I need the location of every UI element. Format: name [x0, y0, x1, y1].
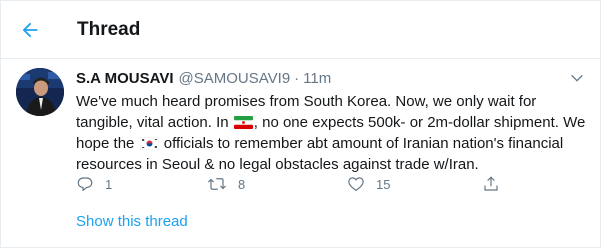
- back-button[interactable]: [14, 14, 46, 46]
- separator-dot: ·: [294, 69, 300, 87]
- avatar[interactable]: [16, 68, 64, 116]
- page-title: Thread: [77, 19, 141, 40]
- reply-icon: [77, 177, 93, 191]
- share-button[interactable]: [482, 174, 500, 194]
- author-handle[interactable]: @SAMOUSAVI9: [179, 70, 291, 87]
- chevron-down-icon: [571, 74, 583, 82]
- show-thread-link[interactable]: Show this thread: [76, 213, 188, 230]
- tweet-actions: 1 8 15: [76, 174, 506, 194]
- retweet-icon: [207, 178, 227, 190]
- iran-flag-icon: [233, 116, 253, 129]
- south-korea-flag-icon: [139, 137, 159, 150]
- tweet-author-row: S.A MOUSAVI @SAMOUSAVI9 · 11m: [76, 68, 331, 88]
- tweet-text: We've much heard promises from South Kor…: [76, 91, 586, 175]
- tweet-timestamp[interactable]: 11m: [303, 70, 331, 87]
- retweet-count: 8: [238, 176, 246, 192]
- like-count: 15: [376, 176, 391, 192]
- more-options-button[interactable]: [566, 68, 588, 88]
- arrow-left-icon: [22, 22, 38, 38]
- author-name[interactable]: S.A MOUSAVI: [76, 70, 174, 87]
- share-icon: [484, 176, 498, 191]
- reply-button[interactable]: 1: [76, 174, 112, 194]
- thread-header: Thread: [0, 0, 601, 59]
- heart-icon: [348, 177, 364, 191]
- retweet-button[interactable]: 8: [207, 174, 245, 194]
- like-button[interactable]: 15: [347, 174, 390, 194]
- reply-count: 1: [105, 176, 113, 192]
